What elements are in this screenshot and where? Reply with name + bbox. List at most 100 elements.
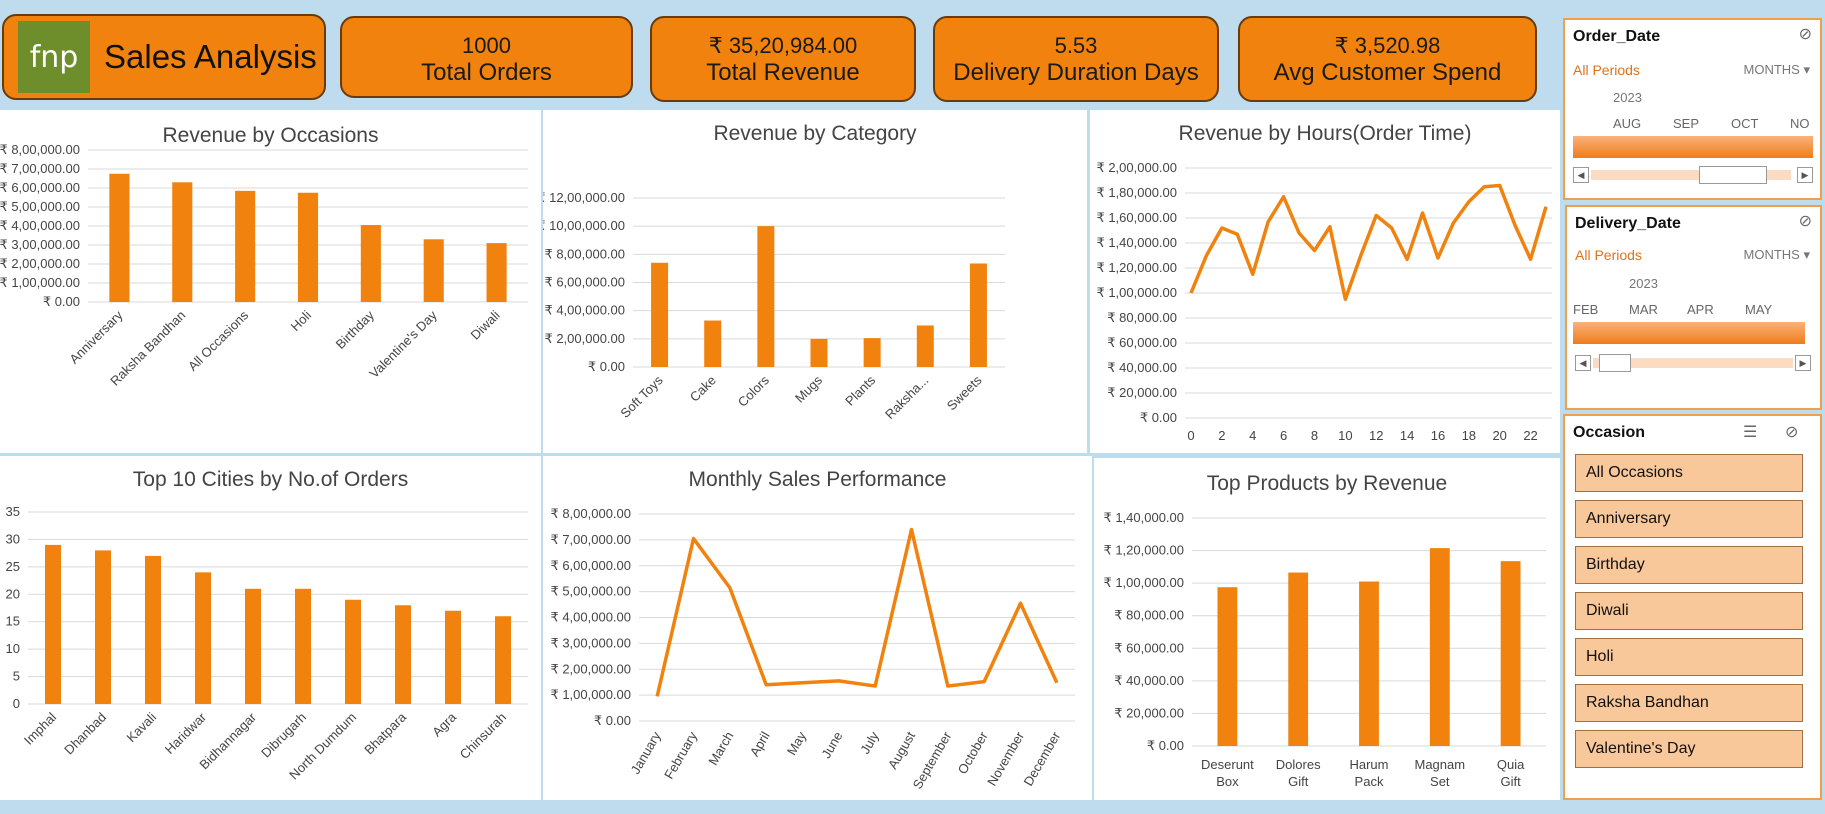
bar [423, 239, 444, 302]
y-tick-label: ₹ 3,00,000.00 [0, 237, 80, 252]
clear-filter-icon[interactable]: ⊘ [1799, 24, 1812, 44]
timeline-unit-select[interactable]: MONTHS ▾ [1744, 247, 1811, 263]
y-tick-label: ₹ 1,00,000.00 [0, 275, 80, 290]
scroll-right-button[interactable]: ▶ [1797, 167, 1813, 183]
occasion-item[interactable]: Diwali [1575, 592, 1803, 630]
bar [95, 550, 111, 704]
y-tick-label: ₹ 1,20,000.00 [1103, 543, 1184, 558]
category-chart: ₹ 0.00 ₹ 2,00,000.00 ₹ 4,00,000.00 ₹ 6,00,0… [543, 190, 1005, 422]
occasion-item[interactable]: Raksha Bandhan [1575, 684, 1803, 722]
hours-chart: ₹ 0.00 ₹ 20,000.00 ₹ 40,000.00 ₹ 60,000.00 ₹… [1096, 160, 1552, 443]
occasion-item[interactable]: Birthday [1575, 546, 1803, 584]
order-date-slicer[interactable]: Order_Date ⊘ All Periods MONTHS ▾ 2023 A… [1563, 18, 1822, 200]
period-label[interactable]: All Periods [1573, 62, 1640, 78]
slicer-title: Order_Date [1573, 28, 1661, 45]
y-tick-label: 30 [6, 531, 20, 546]
y-tick-label: ₹ 80,000.00 [1114, 608, 1184, 623]
y-tick-label: 25 [6, 559, 20, 574]
occasion-item[interactable]: All Occasions [1575, 454, 1803, 492]
x-tick-label: Dibrugarh [258, 710, 309, 761]
x-tick-label: Sweets [944, 372, 985, 413]
bar [486, 243, 507, 302]
x-tick-label: Birthday [333, 307, 378, 352]
x-tick-label: 20 [1492, 428, 1506, 443]
kpi-total-orders: 1000 Total Orders [340, 16, 633, 98]
y-tick-label: ₹ 2,00,000.00 [544, 331, 625, 346]
bar [295, 588, 311, 704]
y-tick-label: ₹ 40,000.00 [1114, 673, 1184, 688]
occasion-item[interactable]: Holi [1575, 638, 1803, 676]
bar [1359, 581, 1379, 746]
x-tick-label: Plants [842, 372, 879, 409]
x-tick-label: 10 [1338, 428, 1352, 443]
period-label[interactable]: All Periods [1575, 247, 1642, 263]
clear-filter-icon[interactable]: ⊘ [1799, 211, 1812, 231]
month-label: OCT [1731, 116, 1759, 131]
x-tick-label: January [628, 729, 664, 777]
kpi-value: 5.53 [1054, 33, 1098, 58]
x-tick-label: Imphal [21, 709, 59, 747]
delivery-date-slicer[interactable]: Delivery_Date ⊘ All Periods MONTHS ▾ 202… [1565, 205, 1822, 410]
x-tick-label: Mugs [792, 372, 825, 405]
y-tick-label: ₹ 20,000.00 [1107, 385, 1177, 400]
y-tick-label: 10 [6, 641, 20, 656]
bar [810, 338, 828, 367]
bar [445, 610, 461, 704]
x-tick-label: Dhanbad [61, 710, 109, 758]
bar [1217, 587, 1238, 746]
scroll-left-button[interactable]: ◀ [1575, 355, 1591, 371]
y-tick-label: ₹ 0.00 [1147, 738, 1184, 753]
y-tick-label: ₹ 0.00 [1140, 410, 1177, 425]
y-tick-label: ₹ 12,00,000.00 [543, 190, 625, 205]
y-tick-label: 0 [13, 696, 20, 711]
occasion-slicer[interactable]: Occasion ☰ ⊘ All Occasions Anniversary B… [1563, 414, 1822, 800]
x-tick-label: Colors [735, 372, 773, 410]
x-tick-label: 16 [1431, 428, 1445, 443]
y-tick-label: ₹ 60,000.00 [1114, 640, 1184, 655]
x-tick-label: Harum [1349, 757, 1388, 772]
bar [1288, 572, 1309, 746]
x-tick-label: Kavali [123, 709, 159, 745]
y-tick-label: ₹ 0.00 [588, 359, 625, 374]
slicer-title: Delivery_Date [1575, 215, 1681, 232]
scroll-thumb[interactable] [1699, 166, 1767, 184]
x-tick-label: July [857, 729, 882, 757]
x-tick-label: Cake [687, 373, 719, 405]
y-tick-label: ₹ 1,00,000.00 [1096, 285, 1177, 300]
y-tick-label: ₹ 40,000.00 [1107, 360, 1177, 375]
kpi-label: Avg Customer Spend [1273, 59, 1502, 86]
year-label: 2023 [1629, 276, 1658, 291]
x-tick-label: 8 [1311, 428, 1318, 443]
y-tick-label: ₹ 0.00 [43, 294, 80, 309]
y-tick-label: 5 [13, 669, 20, 684]
occasion-item[interactable]: Anniversary [1575, 500, 1803, 538]
bar [651, 262, 669, 367]
timeline-unit-select[interactable]: MONTHS ▾ [1744, 62, 1811, 78]
scroll-right-button[interactable]: ▶ [1795, 355, 1811, 371]
timeline-bar[interactable] [1573, 136, 1813, 158]
scroll-left-button[interactable]: ◀ [1573, 167, 1589, 183]
timeline-bar[interactable] [1573, 322, 1805, 344]
y-tick-label: 15 [6, 614, 20, 629]
bar [172, 182, 193, 302]
scroll-thumb[interactable] [1599, 354, 1631, 372]
month-label: MAR [1629, 302, 1658, 317]
y-tick-label: ₹ 2,00,000.00 [1096, 160, 1177, 175]
occasion-item[interactable]: Valentine's Day [1575, 730, 1803, 768]
y-tick-label: ₹ 7,00,000.00 [550, 532, 631, 547]
bar [863, 338, 881, 367]
y-tick-label: ₹ 6,00,000.00 [550, 558, 631, 573]
y-tick-label: ₹ 4,00,000.00 [544, 303, 625, 318]
multi-select-icon[interactable]: ☰ [1743, 422, 1757, 442]
clear-filter-icon[interactable]: ⊘ [1785, 422, 1798, 442]
kpi-value: ₹ 35,20,984.00 [708, 33, 858, 58]
x-tick-label: Dolores [1276, 757, 1321, 772]
y-tick-label: ₹ 60,000.00 [1107, 335, 1177, 350]
bar [495, 616, 511, 704]
bar [1500, 561, 1521, 746]
y-tick-label: ₹ 1,40,000.00 [1096, 235, 1177, 250]
x-tick-label: May [784, 729, 810, 758]
kpi-total-revenue: ₹ 35,20,984.00 Total Revenue [650, 16, 916, 102]
bar [395, 605, 411, 704]
y-tick-label: ₹ 8,00,000.00 [544, 246, 625, 261]
